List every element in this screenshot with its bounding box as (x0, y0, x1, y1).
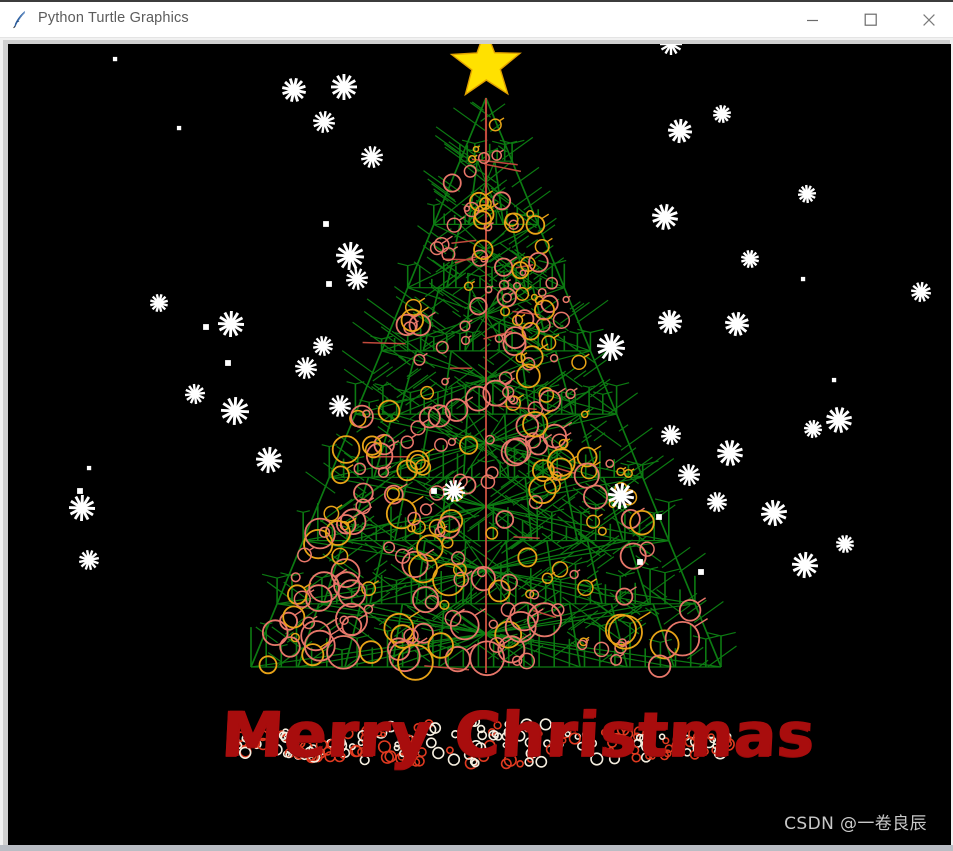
snowflake (724, 311, 750, 337)
snowflake (331, 74, 357, 100)
canvas-frame: Merry Christmas CSDN @一卷良辰 (0, 38, 953, 851)
snowflake (184, 383, 206, 405)
snowflake (825, 406, 853, 434)
snowflake (323, 221, 329, 227)
snowflake (716, 439, 743, 466)
snowflake (760, 499, 788, 527)
snowflake (831, 377, 837, 383)
snowflake (312, 110, 336, 134)
snowflake (220, 396, 250, 426)
snowflake (660, 44, 682, 55)
snowflake (203, 324, 209, 330)
snowflake (225, 360, 231, 366)
snowflake (712, 104, 732, 124)
close-icon (923, 14, 935, 26)
snowflake (667, 118, 693, 144)
snowflake (677, 463, 701, 487)
minimize-button[interactable] (789, 2, 835, 38)
snowflake (656, 514, 662, 520)
snowflake (596, 332, 626, 362)
maximize-button[interactable] (848, 2, 894, 38)
snowflake (657, 309, 683, 335)
snowflake (706, 491, 728, 513)
ground-confetti-layer (229, 716, 735, 770)
tree-top-star (449, 44, 522, 97)
snowflake (797, 184, 817, 204)
snowflake (176, 125, 182, 131)
snowflake (835, 534, 855, 554)
snowflake (326, 281, 332, 287)
snowflake (637, 559, 643, 565)
canvas-bevel: Merry Christmas CSDN @一卷良辰 (3, 40, 951, 846)
snowflake (345, 267, 369, 291)
window-titlebar: Python Turtle Graphics (0, 0, 953, 38)
snowflake (77, 488, 83, 494)
python-feather-icon (10, 9, 30, 29)
snowflake (803, 419, 823, 439)
snowflake (329, 395, 351, 417)
snowflake (698, 569, 704, 575)
turtle-graphics-window: Python Turtle Graphics Merry Christmas C… (0, 0, 953, 851)
snowflake (651, 203, 679, 231)
snowflake (660, 424, 682, 446)
snowflake (740, 249, 760, 269)
snowflake (791, 551, 819, 579)
snowflake (149, 293, 169, 313)
snowflake (86, 465, 92, 471)
turtle-drawing-canvas[interactable]: Merry Christmas CSDN @一卷良辰 (8, 44, 951, 846)
snowflake (431, 488, 437, 494)
christmas-tree-scene (68, 44, 932, 770)
snowflake (255, 446, 283, 474)
snowflake (360, 145, 384, 169)
snowflake (910, 281, 932, 303)
snowflake (68, 494, 96, 522)
snowflake (294, 356, 318, 380)
close-button[interactable] (906, 2, 952, 38)
snowflake (312, 335, 334, 357)
window-bottom-edge (0, 845, 953, 851)
snowflake (281, 77, 307, 103)
maximize-icon (864, 13, 877, 26)
snowflake (78, 549, 100, 571)
snowflake (217, 310, 245, 338)
snowflake (112, 56, 118, 62)
window-title: Python Turtle Graphics (38, 10, 189, 26)
snowflake (800, 276, 806, 282)
minimize-icon (806, 19, 818, 21)
snowflake (335, 241, 365, 271)
